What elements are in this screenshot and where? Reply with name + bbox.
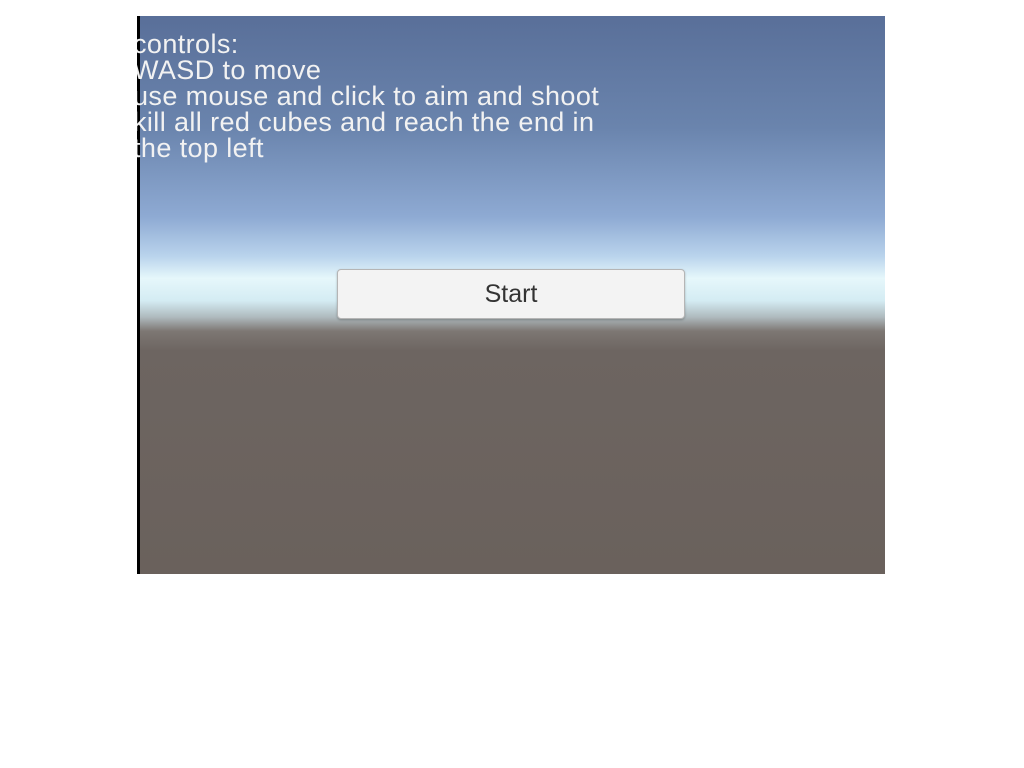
instruction-line-aim: use mouse and click to aim and shoot <box>137 81 600 111</box>
instruction-line-goal-cont: the top left <box>137 133 264 163</box>
instructions-text: controls: WASD to move use mouse and cli… <box>137 29 600 163</box>
instruction-line-move: WASD to move <box>137 55 322 85</box>
instruction-line-controls: controls: <box>137 29 239 59</box>
game-viewport[interactable]: controls: WASD to move use mouse and cli… <box>137 16 885 574</box>
instruction-line-goal: kill all red cubes and reach the end in <box>137 107 595 137</box>
start-button[interactable]: Start <box>337 269 685 319</box>
